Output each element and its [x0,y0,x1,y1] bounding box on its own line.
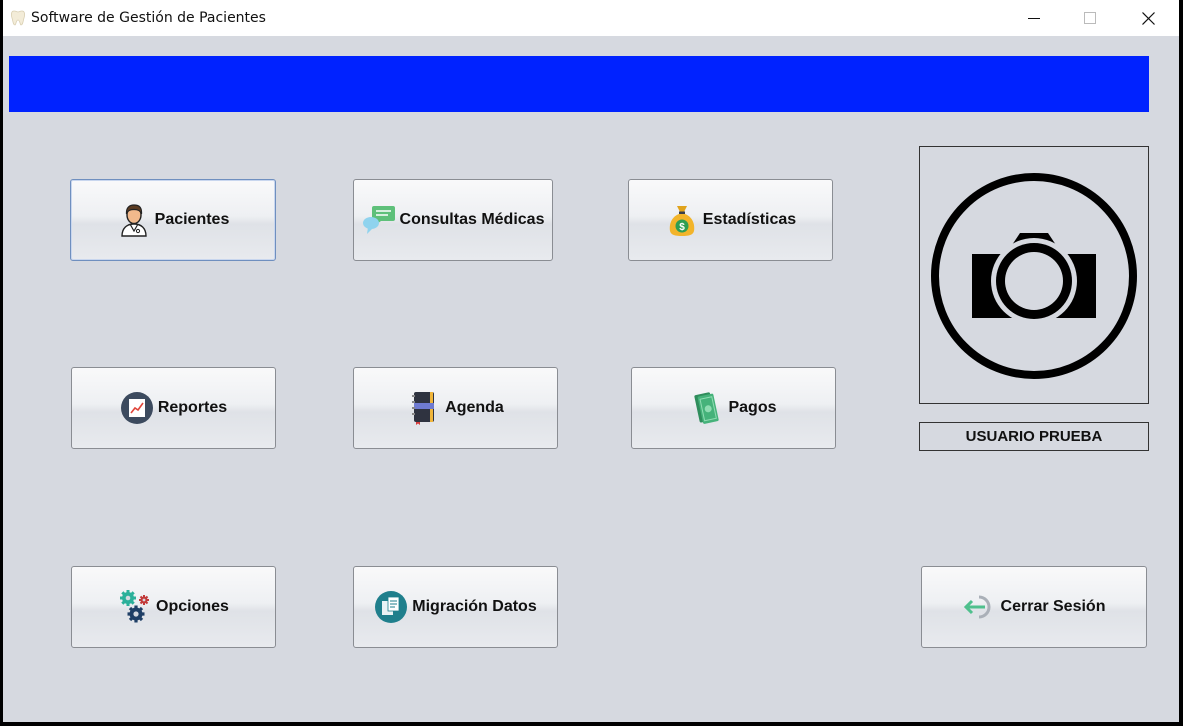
user-name-label: USUARIO PRUEBA [919,422,1149,451]
chat-bubbles-icon [362,203,396,237]
app-window: Software de Gestión de Pacientes Pacient… [0,0,1183,726]
money-bag-icon: $ [665,203,699,237]
camera-icon [931,173,1137,379]
notebook-icon [407,391,441,425]
header-banner [9,56,1149,112]
window-content: Software de Gestión de Pacientes Pacient… [3,0,1179,722]
report-chart-icon [120,391,154,425]
doctor-icon [117,203,151,237]
pacientes-button[interactable]: Pacientes [70,179,276,261]
banknotes-icon [690,391,724,425]
estadisticas-button[interactable]: $ Estadísticas [628,179,833,261]
estadisticas-label: Estadísticas [702,211,797,228]
cerrar-sesion-label: Cerrar Sesión [1000,598,1106,615]
agenda-label: Agenda [445,399,504,416]
agenda-button[interactable]: Agenda [353,367,558,449]
pacientes-label: Pacientes [154,211,230,228]
close-icon [1141,11,1155,25]
reportes-label: Reportes [157,399,228,416]
pagos-label: Pagos [728,399,777,416]
reportes-button[interactable]: Reportes [71,367,276,449]
documents-icon [374,590,408,624]
maximize-icon [1084,12,1096,24]
title-bar[interactable]: Software de Gestión de Pacientes [3,0,1179,36]
minimize-icon [1028,18,1040,19]
tooth-icon [11,10,25,26]
opciones-label: Opciones [156,598,229,615]
opciones-button[interactable]: Opciones [71,566,276,648]
window-title: Software de Gestión de Pacientes [31,10,266,26]
migracion-datos-button[interactable]: Migración Datos [353,566,558,648]
svg-text:$: $ [679,222,685,233]
gears-icon [118,590,152,624]
user-photo[interactable] [919,146,1149,404]
maximize-button[interactable] [1061,0,1119,36]
user-name: USUARIO PRUEBA [965,428,1103,445]
consultas-medicas-button[interactable]: Consultas Médicas [353,179,553,261]
migracion-datos-label: Migración Datos [412,598,537,615]
logout-icon [963,590,997,624]
consultas-medicas-label: Consultas Médicas [399,211,545,228]
minimize-button[interactable] [1005,0,1063,36]
pagos-button[interactable]: Pagos [631,367,836,449]
close-button[interactable] [1119,0,1177,36]
cerrar-sesion-button[interactable]: Cerrar Sesión [921,566,1147,648]
